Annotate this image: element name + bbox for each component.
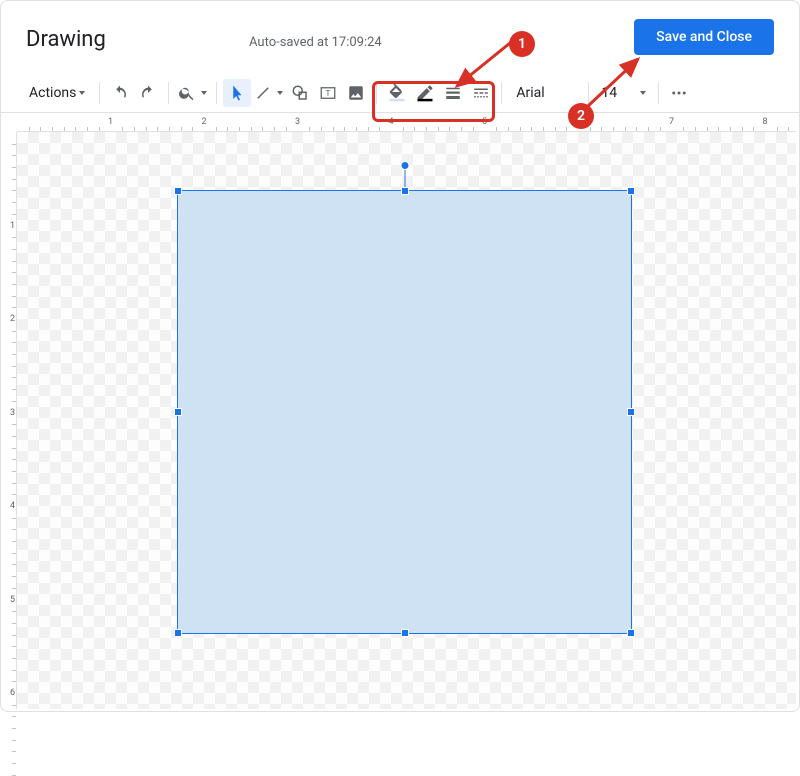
chevron-down-icon <box>79 91 85 95</box>
resize-handle-b[interactable] <box>401 629 409 637</box>
annotation-callout-1: 1 <box>509 31 535 57</box>
ruler-h-label: 4 <box>386 117 395 127</box>
ruler-v-label: 4 <box>10 501 15 511</box>
svg-text:T: T <box>326 89 331 99</box>
font-family-dropdown[interactable]: Arial <box>508 79 582 107</box>
actions-menu[interactable]: Actions <box>21 79 93 107</box>
image-icon <box>347 84 365 102</box>
selected-rectangle-shape[interactable] <box>177 190 632 634</box>
rotation-handle[interactable] <box>400 161 409 170</box>
separator <box>376 82 377 104</box>
undo-icon <box>111 84 129 102</box>
font-size-value: 14 <box>601 85 617 101</box>
separator <box>99 82 100 104</box>
image-tool[interactable] <box>342 79 370 107</box>
textbox-icon: T <box>319 84 337 102</box>
redo-icon <box>139 84 157 102</box>
ruler-v-label: 2 <box>10 314 15 324</box>
save-and-close-button[interactable]: Save and Close <box>634 19 774 55</box>
chevron-down-icon <box>640 91 646 95</box>
resize-handle-r[interactable] <box>627 408 635 416</box>
fill-color-button[interactable] <box>383 79 411 107</box>
chevron-down-icon <box>277 91 283 95</box>
ruler-h-label: 8 <box>760 117 769 127</box>
line-weight-icon <box>444 84 462 102</box>
redo-button[interactable] <box>134 79 162 107</box>
drawing-canvas[interactable] <box>17 132 796 709</box>
separator <box>501 82 502 104</box>
resize-handle-tl[interactable] <box>174 187 182 195</box>
ruler-h-label: 1 <box>106 117 115 127</box>
ruler-v-label: 6 <box>10 688 15 698</box>
separator <box>216 82 217 104</box>
textbox-tool[interactable]: T <box>314 79 342 107</box>
autosave-status: Auto-saved at 17:09:24 <box>249 35 382 50</box>
resize-handle-bl[interactable] <box>174 629 182 637</box>
pencil-icon <box>415 83 435 103</box>
vertical-ruler: 1 2 3 4 5 6 <box>3 132 17 709</box>
more-button[interactable] <box>665 79 693 107</box>
ruler-h-label: 2 <box>199 117 208 127</box>
separator <box>588 82 589 104</box>
resize-handle-l[interactable] <box>174 408 182 416</box>
resize-handle-br[interactable] <box>627 629 635 637</box>
ruler-v-label: 5 <box>10 595 15 605</box>
annotation-callout-2: 2 <box>568 103 594 129</box>
select-tool[interactable] <box>223 79 251 107</box>
border-dash-button[interactable] <box>467 79 495 107</box>
resize-handle-t[interactable] <box>401 187 409 195</box>
shape-tool[interactable] <box>286 79 314 107</box>
dialog-title: Drawing <box>26 27 106 52</box>
ruler-h-label: 5 <box>480 117 489 127</box>
border-weight-button[interactable] <box>439 79 467 107</box>
zoom-icon <box>178 84 196 102</box>
ruler-h-label: 7 <box>667 117 676 127</box>
actions-label: Actions <box>29 85 76 101</box>
border-color-button[interactable] <box>411 79 439 107</box>
font-size-dropdown[interactable]: 14 <box>595 79 652 107</box>
ruler-v-label: 1 <box>10 221 15 231</box>
chevron-down-icon <box>201 91 207 95</box>
resize-handle-tr[interactable] <box>627 187 635 195</box>
ruler-h-label: 3 <box>293 117 302 127</box>
undo-button[interactable] <box>106 79 134 107</box>
toolbar: Actions T Arial <box>1 73 799 113</box>
line-icon <box>254 84 272 102</box>
separator <box>658 82 659 104</box>
font-family-value: Arial <box>516 85 544 101</box>
fill-icon <box>387 83 407 103</box>
more-horizontal-icon <box>670 84 688 102</box>
shape-icon <box>291 84 309 102</box>
horizontal-ruler: 12345678 <box>17 118 796 132</box>
line-dash-icon <box>472 84 490 102</box>
line-tool[interactable] <box>251 79 286 107</box>
zoom-button[interactable] <box>175 79 210 107</box>
rotation-connector <box>404 167 405 187</box>
separator <box>168 82 169 104</box>
ruler-v-label: 3 <box>10 408 15 418</box>
cursor-icon <box>228 84 246 102</box>
